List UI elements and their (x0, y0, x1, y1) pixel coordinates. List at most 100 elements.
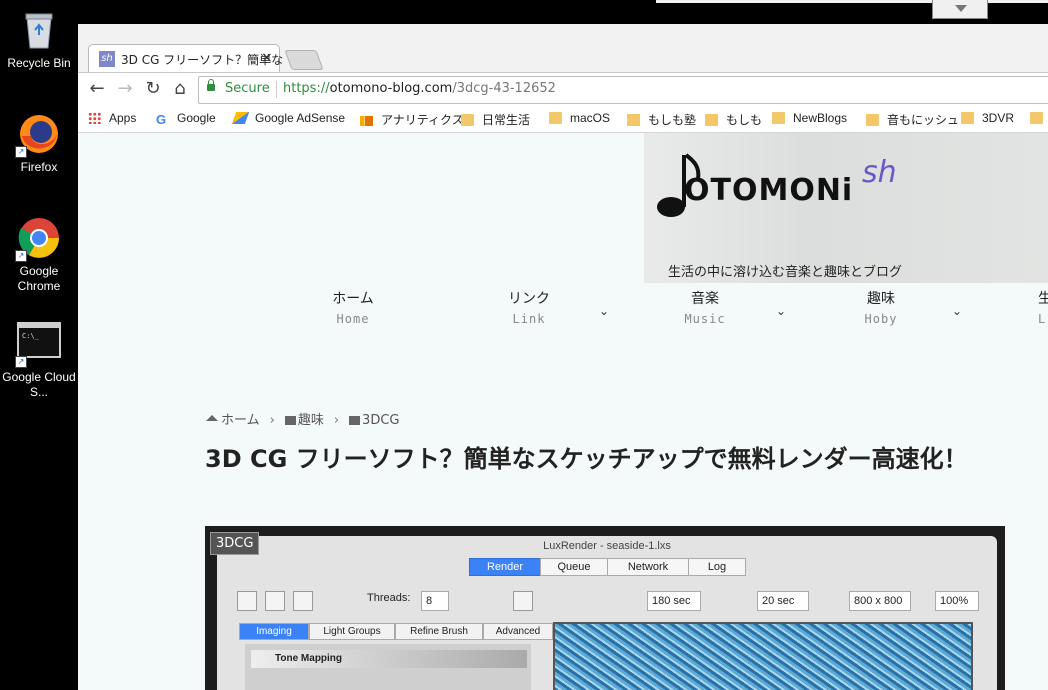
bookmark-label: 3DVR (982, 111, 1015, 125)
site-logo-text: OTOMONi (684, 173, 854, 208)
bookmark-folder[interactable]: 音もにッシュ (866, 111, 959, 128)
tab-log: Log (688, 558, 746, 576)
address-divider (276, 81, 277, 98)
post-featured-image[interactable]: 3DCG LuxRender - seaside-1.lxs Render Qu… (205, 526, 1005, 690)
breadcrumb-separator: › (269, 413, 275, 428)
play-icon (237, 591, 257, 611)
site-tagline: 生活の中に溶け込む音楽と趣味とブログ (668, 265, 903, 280)
bookmark-label: もしも塾 (648, 113, 697, 127)
browser-window: sh 3D CG フリーソフト？簡単な × ← → ↻ ⌂ Secure htt… (78, 24, 1048, 690)
bookmark-folder[interactable]: もしも (705, 111, 762, 128)
folder-icon (284, 416, 296, 425)
bookmark-folder[interactable]: 3DVR (961, 111, 1014, 125)
shortcut-arrow-icon: ↗ (15, 250, 27, 262)
category-tag[interactable]: 3DCG (210, 532, 260, 555)
threads-label: Threads: (367, 592, 411, 604)
desktop-icon-firefox[interactable]: ↗ Firefox (0, 112, 78, 175)
web-page: OTOMONi sh 生活の中に溶け込む音楽と趣味とブログ ホーム Home リン… (78, 133, 1048, 690)
folder-icon (1030, 112, 1043, 124)
tab-title: 3D CG フリーソフト？簡単な (121, 53, 284, 67)
firefox-icon: ↗ (15, 112, 61, 158)
nav-label-en: Home (336, 312, 370, 326)
url-text[interactable]: https://otomono-blog.com/3dcg-43-12652 (283, 81, 556, 96)
chrome-icon: ↗ (15, 216, 61, 262)
nav-label-jp: 生 (1038, 291, 1048, 307)
chevron-down-icon[interactable]: ⌄ (952, 304, 962, 318)
nav-label-en: L (1038, 312, 1047, 326)
desktop-icon-recycle-bin[interactable]: Recycle Bin (0, 8, 78, 71)
nav-item-music[interactable]: 音楽 Music (645, 288, 765, 326)
shortcut-arrow-icon: ↗ (15, 146, 27, 158)
tab-strip: sh 3D CG フリーソフト？簡単な × (78, 24, 1048, 73)
desktop-icon-chrome[interactable]: ↗ Google Chrome (0, 216, 78, 294)
folder-icon (349, 416, 361, 425)
bookmark-label: NewBlogs (793, 111, 848, 125)
nav-label-jp: ホーム (332, 291, 374, 307)
url-host: otomono-blog.com (329, 81, 453, 96)
background-window-edge (656, 0, 1048, 3)
nav-item-hobby[interactable]: 趣味 Hoby (821, 288, 941, 326)
panel-tab-imaging: Imaging (239, 623, 309, 640)
panel-tab-advanced: Advanced (483, 623, 553, 640)
reload-button[interactable]: ↻ (140, 77, 166, 101)
bookmark-folder[interactable]: もしも塾 (627, 111, 696, 128)
post-title: 3D CG フリーソフト？簡単なスケッチアップで無料レンダー高速化！ (205, 445, 968, 473)
nav-label-jp: 趣味 (867, 291, 895, 307)
bookmark-apps[interactable]: Apps (88, 111, 136, 125)
panel-tab-refine-brush: Refine Brush (395, 623, 483, 640)
desktop-icon-label: Recycle Bin (7, 56, 71, 70)
tone-mapping-header: Tone Mapping (251, 650, 527, 668)
breadcrumb-home[interactable]: ホーム (221, 413, 260, 428)
svg-text:C:\_: C:\_ (22, 332, 40, 340)
home-button[interactable]: ⌂ (167, 77, 193, 101)
site-header-banner[interactable]: OTOMONi sh 生活の中に溶け込む音楽と趣味とブログ (644, 133, 1048, 283)
chevron-down-icon[interactable]: ⌄ (599, 304, 609, 318)
panel-tab-light-groups: Light Groups (309, 623, 395, 640)
site-logo-sh: sh (862, 155, 897, 190)
nav-label-en: Hoby (864, 312, 898, 326)
bookmark-google-adsense[interactable]: Google AdSense (231, 111, 345, 125)
resolution-value: 800 x 800 (849, 591, 911, 611)
desktop-icon-google-cloud-sdk[interactable]: C:\_ ↗ Google Cloud S... (0, 322, 78, 400)
bookmark-analytics[interactable]: アナリティクス (360, 111, 464, 128)
folder-icon (627, 114, 640, 126)
desktop: Recycle Bin ↗ Firefox ↗ Google Chrome C:… (0, 0, 78, 690)
back-button[interactable]: ← (84, 77, 110, 101)
time-value-1: 180 sec (647, 591, 701, 611)
analytics-icon (360, 116, 373, 126)
folder-icon (549, 112, 562, 124)
browser-tab[interactable]: sh 3D CG フリーソフト？簡単な × (88, 44, 284, 73)
stop-icon (293, 591, 313, 611)
site-favicon-icon: sh (99, 51, 115, 67)
tab-network: Network (607, 558, 689, 576)
luxrender-title: LuxRender - seaside-1.lxs (543, 540, 671, 552)
breadcrumb-hobby[interactable]: 趣味 (298, 413, 324, 428)
render-preview (553, 622, 973, 690)
terminal-icon: C:\_ ↗ (15, 322, 61, 368)
dropdown-button[interactable] (932, 0, 988, 19)
bookmark-label: macOS (570, 111, 611, 125)
bookmark-label: 音もにッシュ (887, 113, 960, 127)
new-tab-button[interactable] (284, 50, 324, 70)
bookmark-google[interactable]: G Google (156, 111, 216, 127)
tab-close-icon[interactable]: × (261, 50, 273, 66)
nav-label-jp: リンク (508, 291, 550, 307)
breadcrumb: ホーム › 趣味 › 3DCG (206, 409, 399, 428)
bookmark-folder[interactable]: macOS (549, 111, 610, 125)
address-bar[interactable]: Secure https://otomono-blog.com/3dcg-43-… (198, 76, 1048, 104)
zoom-value: 100% (935, 591, 979, 611)
breadcrumb-3dcg[interactable]: 3DCG (362, 413, 399, 428)
google-icon: G (156, 112, 167, 127)
forward-button[interactable]: → (112, 77, 138, 101)
nav-item-link[interactable]: リンク Link (469, 288, 589, 326)
nav-item-life-partial[interactable]: 生L (981, 288, 1048, 326)
bookmark-label: もしも (726, 113, 763, 127)
bookmark-folder[interactable]: 日常生活 (461, 111, 530, 128)
url-path: /3dcg-43-12652 (452, 81, 556, 96)
desktop-icon-label: Google Chrome (17, 264, 61, 293)
bookmark-label: アナリティクス (381, 113, 464, 127)
bookmark-folder[interactable]: NewBlogs (772, 111, 847, 125)
chevron-down-icon[interactable]: ⌄ (776, 304, 786, 318)
bookmark-folder-partial[interactable] (1030, 111, 1048, 125)
nav-item-home[interactable]: ホーム Home (293, 288, 413, 326)
